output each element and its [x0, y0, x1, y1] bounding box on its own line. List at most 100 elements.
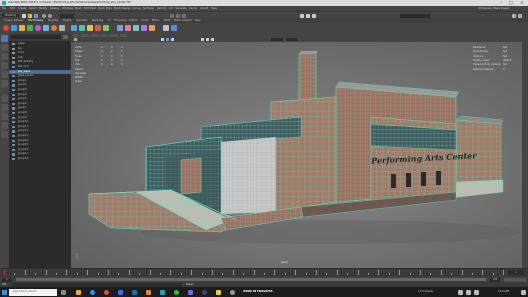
tab-poly-modeling[interactable]: Poly Modeling: [28, 19, 43, 22]
exposure-field[interactable]: [271, 38, 283, 41]
notification-icon[interactable]: [521, 289, 526, 295]
smooth-shade-icon[interactable]: [166, 38, 169, 41]
isolate-select-icon[interactable]: [211, 38, 214, 41]
menu-generate[interactable]: Generate: [175, 7, 187, 10]
snap-to-curve-icon[interactable]: [176, 13, 180, 18]
spotify-icon[interactable]: [174, 289, 179, 295]
language-icon[interactable]: [474, 289, 479, 295]
save-scene-icon[interactable]: [34, 13, 38, 18]
menu-edit[interactable]: Edit: [10, 7, 15, 10]
rotate-tool-icon[interactable]: [1, 71, 8, 78]
poly-plane-icon[interactable]: [43, 24, 49, 31]
menu-mesh-display[interactable]: Mesh Display: [114, 7, 131, 10]
separate-icon[interactable]: [79, 24, 85, 31]
four-view-layout-icon[interactable]: [1, 104, 8, 111]
tab-bifrost[interactable]: Bifrost: [152, 19, 159, 22]
menu-curves[interactable]: Curves: [132, 7, 141, 10]
scale-tool-icon[interactable]: [1, 80, 8, 87]
paint-select-tool-icon[interactable]: [1, 53, 8, 60]
viewport-menu-view[interactable]: [73, 34, 79, 37]
task-view-icon[interactable]: [61, 289, 66, 295]
tab-custom[interactable]: Custom: [129, 19, 137, 22]
range-end-field[interactable]: 120: [490, 277, 500, 282]
script-language-toggle[interactable]: MEL: [2, 283, 7, 286]
grid-toggle-icon[interactable]: [201, 38, 204, 41]
textured-icon[interactable]: [171, 38, 174, 41]
menu-help[interactable]: Help: [211, 7, 217, 10]
select-by-hierarchy-icon[interactable]: [60, 13, 74, 18]
viewport-menu-shading[interactable]: [81, 34, 89, 37]
move-tool-icon[interactable]: [1, 62, 8, 69]
menu-windows[interactable]: Windows: [62, 7, 73, 10]
menu-modify[interactable]: Modify: [39, 7, 47, 10]
poly-torus-icon[interactable]: [35, 24, 41, 31]
maya-taskbar-icon[interactable]: [160, 289, 165, 295]
steam-icon[interactable]: [202, 289, 207, 295]
extrude-icon[interactable]: [117, 24, 123, 31]
tab-sculpting[interactable]: Sculpting: [48, 19, 58, 22]
tab-fx[interactable]: FX: [108, 19, 111, 22]
mirror-icon[interactable]: [103, 24, 109, 31]
range-start-field[interactable]: 1: [2, 277, 12, 282]
poly-cylinder-icon[interactable]: [19, 24, 25, 31]
viewport-menu-lighting[interactable]: [91, 34, 99, 37]
tab-animation[interactable]: Animation: [76, 19, 87, 22]
photoshop-icon[interactable]: [132, 289, 137, 295]
smooth-icon[interactable]: [87, 24, 93, 31]
new-scene-icon[interactable]: [22, 13, 26, 18]
file-explorer-icon[interactable]: [76, 289, 81, 295]
playback-controls[interactable]: [504, 277, 526, 282]
combine-icon[interactable]: [71, 24, 77, 31]
menu-edit-mesh[interactable]: Edit Mesh: [84, 7, 96, 10]
bevel-icon[interactable]: [133, 24, 139, 31]
multi-cut-icon[interactable]: [141, 24, 147, 31]
outliner-menu-icon[interactable]: [63, 35, 68, 39]
menu-arnold[interactable]: Arnold: [200, 7, 208, 10]
single-perspective-layout-icon[interactable]: [1, 95, 8, 102]
channel-box-toggle-icon[interactable]: [512, 13, 516, 18]
undo-icon[interactable]: [42, 13, 46, 18]
menu-uv[interactable]: UV: [169, 7, 173, 10]
open-scene-icon[interactable]: [28, 13, 32, 18]
poly-cone-icon[interactable]: [27, 24, 33, 31]
hypershade-icon[interactable]: [171, 24, 177, 31]
sign-in-field[interactable]: [400, 13, 430, 18]
wireframe-icon[interactable]: [161, 38, 164, 41]
platonic-solid-icon[interactable]: [59, 24, 65, 31]
graph-editor-layout-icon[interactable]: [1, 122, 8, 129]
mail-icon[interactable]: [118, 289, 123, 295]
uv-layout-icon[interactable]: [1, 131, 8, 138]
poly-cube-icon[interactable]: [11, 24, 17, 31]
select-tool-icon[interactable]: [1, 35, 8, 42]
tab-fx-caching[interactable]: FX Caching: [114, 19, 126, 22]
menu-create[interactable]: Create: [18, 7, 26, 10]
menu-display[interactable]: Display: [50, 7, 59, 10]
taskbar-weather[interactable]: 17°C Cloudy: [418, 290, 433, 293]
current-time-indicator[interactable]: [4, 270, 5, 275]
volume-icon[interactable]: [466, 289, 471, 295]
menu-mesh[interactable]: Mesh: [75, 7, 82, 10]
menuset-dropdown[interactable]: Modeling: [2, 13, 19, 17]
tab-motion-graphics[interactable]: Motion Graphics: [174, 19, 192, 22]
discord-icon[interactable]: [188, 289, 193, 295]
outliner-item[interactable]: group18: [9, 157, 71, 161]
perspective-viewport[interactable]: Performing Arts Center Verts: 0 0 0 Edges: 0 0…: [71, 42, 522, 268]
bridge-icon[interactable]: [125, 24, 131, 31]
viewport-menu-renderer[interactable]: [109, 34, 118, 37]
browser-icon[interactable]: [90, 289, 95, 295]
render-icon[interactable]: [300, 13, 304, 18]
uv-editor-icon[interactable]: [163, 24, 169, 31]
boolean-icon[interactable]: [95, 24, 101, 31]
outliner-layout-icon[interactable]: [1, 113, 8, 120]
lasso-tool-icon[interactable]: [1, 44, 8, 51]
menu-select[interactable]: Select: [29, 7, 37, 10]
render-settings-icon[interactable]: [312, 13, 316, 18]
poly-disc-icon[interactable]: [51, 24, 57, 31]
viewport-menu-panels[interactable]: [120, 34, 127, 37]
range-bar[interactable]: [16, 278, 486, 281]
notes-icon[interactable]: [216, 289, 221, 295]
target-weld-icon[interactable]: [149, 24, 155, 31]
gamma-field[interactable]: [286, 38, 298, 41]
tab-arnold[interactable]: Arnold: [141, 19, 148, 22]
snap-to-point-icon[interactable]: [182, 13, 186, 18]
